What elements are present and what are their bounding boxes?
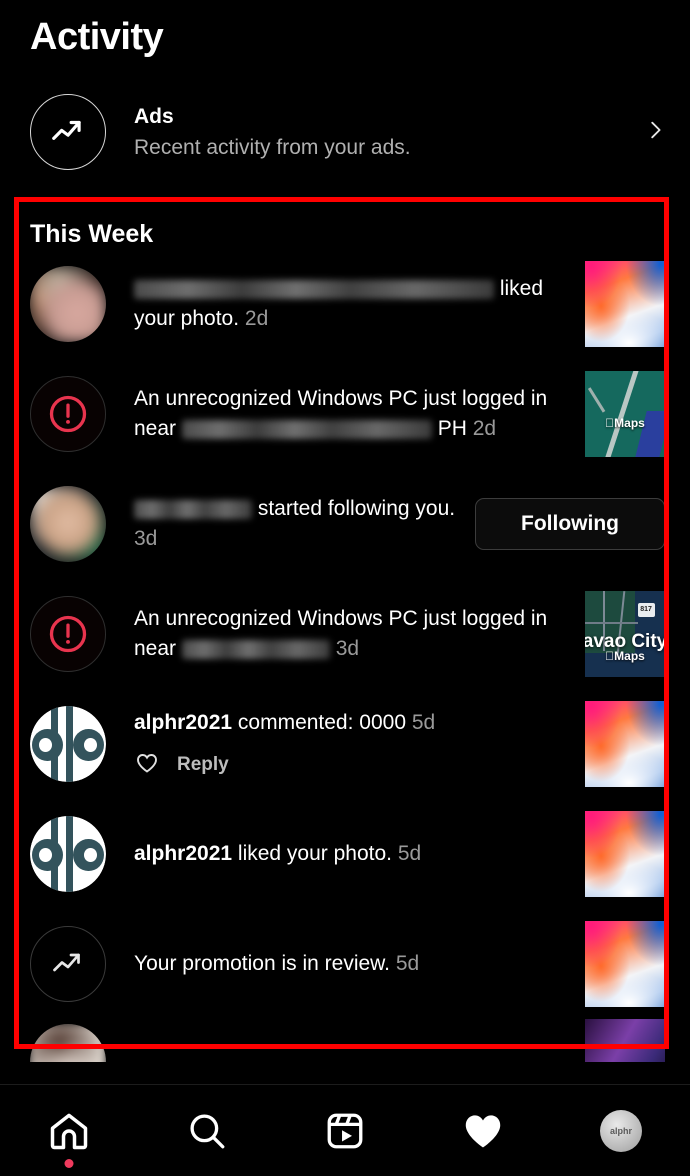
chevron-right-icon[interactable] [644, 112, 666, 153]
notification-body: started following you. 3d [134, 494, 475, 554]
notification-body: liked your photo. 2d [134, 274, 585, 334]
alphr-logo-icon [30, 816, 106, 892]
profile-avatar[interactable]: alphr [600, 1109, 642, 1152]
reply-row[interactable]: Reply [134, 751, 575, 780]
bottom-navigation[interactable]: alphr [0, 1084, 690, 1176]
username[interactable]: alphr2021 [134, 711, 232, 734]
post-thumbnail[interactable] [585, 1019, 665, 1062]
alert-text-after: PH [431, 417, 467, 440]
notification-row[interactable]: liked your photo. 2d [0, 249, 690, 359]
notification-action: commented: 0000 [232, 711, 406, 735]
post-thumbnail[interactable] [585, 701, 665, 787]
map-thumbnail[interactable]: 817 avao City Maps [585, 591, 665, 677]
timestamp: 2d [472, 417, 497, 440]
post-thumbnail[interactable] [585, 921, 665, 1007]
alphr-logo-icon [30, 706, 106, 782]
timestamp: 5d [411, 711, 436, 735]
alert-icon [30, 376, 106, 452]
notification-text: Your promotion is in review. 5d [134, 949, 575, 979]
notification-body: An unrecognized Windows PC just logged i… [134, 604, 585, 664]
timestamp: 5d [395, 952, 420, 976]
section-title-this-week: This Week [30, 220, 154, 248]
maps-brand-label: Maps [605, 415, 645, 430]
nav-search[interactable] [162, 1098, 252, 1164]
avatar[interactable] [30, 1024, 106, 1062]
blurred-username [134, 500, 252, 520]
timestamp: 3d [134, 527, 158, 550]
home-badge-dot [64, 1158, 74, 1168]
highway-shield-icon: 817 [637, 603, 655, 618]
page-title: Activity [30, 16, 164, 58]
notification-text: An unrecognized Windows PC just logged i… [134, 384, 575, 444]
following-button[interactable]: Following [475, 498, 665, 550]
notifications-feed[interactable]: This Week liked your photo. 2d An unreco… [0, 202, 690, 1062]
notification-row[interactable]: alphr2021 commented: 0000 5d Reply [0, 689, 690, 799]
notification-row[interactable]: An unrecognized Windows PC just logged i… [0, 579, 690, 689]
notification-row-partial[interactable] [0, 1019, 690, 1062]
trending-up-icon [30, 926, 106, 1002]
map-thumbnail[interactable]: Maps [585, 371, 665, 457]
blurred-username [134, 280, 494, 300]
notification-body: alphr2021 liked your photo. 5d [134, 839, 585, 869]
notification-text: alphr2021 commented: 0000 5d [134, 708, 575, 738]
reply-label[interactable]: Reply [177, 754, 229, 776]
ads-subtitle: Recent activity from your ads. [134, 135, 411, 159]
username[interactable]: alphr2021 [134, 842, 232, 865]
ads-entry-row[interactable]: Ads Recent activity from your ads. [0, 83, 690, 181]
notification-row[interactable]: alphr2021 liked your photo. 5d [0, 799, 690, 909]
notification-text: started following you. 3d [134, 494, 465, 554]
alert-icon [30, 596, 106, 672]
blurred-location [181, 419, 432, 439]
notification-text: liked your photo. 2d [134, 274, 575, 334]
activity-screen: Activity Ads Recent activity from your a… [0, 0, 690, 1176]
avatar[interactable] [30, 266, 106, 342]
avatar[interactable] [30, 486, 106, 562]
timestamp: 2d [244, 307, 269, 330]
ads-text-block: Ads Recent activity from your ads. [134, 105, 644, 160]
notification-action: Your promotion is in review. [134, 952, 391, 976]
ads-title: Ads [134, 104, 174, 128]
notification-row[interactable]: An unrecognized Windows PC just logged i… [0, 359, 690, 469]
trending-up-icon [30, 94, 106, 170]
nav-activity[interactable] [438, 1098, 528, 1164]
notification-row[interactable]: started following you. 3d Following [0, 469, 690, 579]
timestamp: 3d [335, 637, 360, 660]
notification-body: An unrecognized Windows PC just logged i… [134, 384, 585, 444]
nav-profile[interactable]: alphr [576, 1098, 666, 1164]
post-thumbnail[interactable] [585, 811, 665, 897]
maps-brand-label: Maps [605, 649, 645, 663]
nav-reels[interactable] [300, 1098, 390, 1164]
heart-outline-icon[interactable] [134, 751, 160, 780]
blurred-location [181, 639, 330, 659]
avatar[interactable] [30, 816, 106, 892]
notification-action: liked your photo. [232, 842, 392, 866]
notification-text: An unrecognized Windows PC just logged i… [134, 604, 575, 664]
notification-text: alphr2021 liked your photo. 5d [134, 839, 575, 869]
nav-home[interactable] [24, 1098, 114, 1168]
notification-body: alphr2021 commented: 0000 5d Reply [134, 708, 585, 780]
notification-body: Your promotion is in review. 5d [134, 949, 585, 979]
timestamp: 5d [397, 842, 422, 866]
notification-row[interactable]: Your promotion is in review. 5d [0, 909, 690, 1019]
avatar[interactable] [30, 706, 106, 782]
post-thumbnail[interactable] [585, 261, 665, 347]
notification-action: started following you. [252, 497, 456, 521]
